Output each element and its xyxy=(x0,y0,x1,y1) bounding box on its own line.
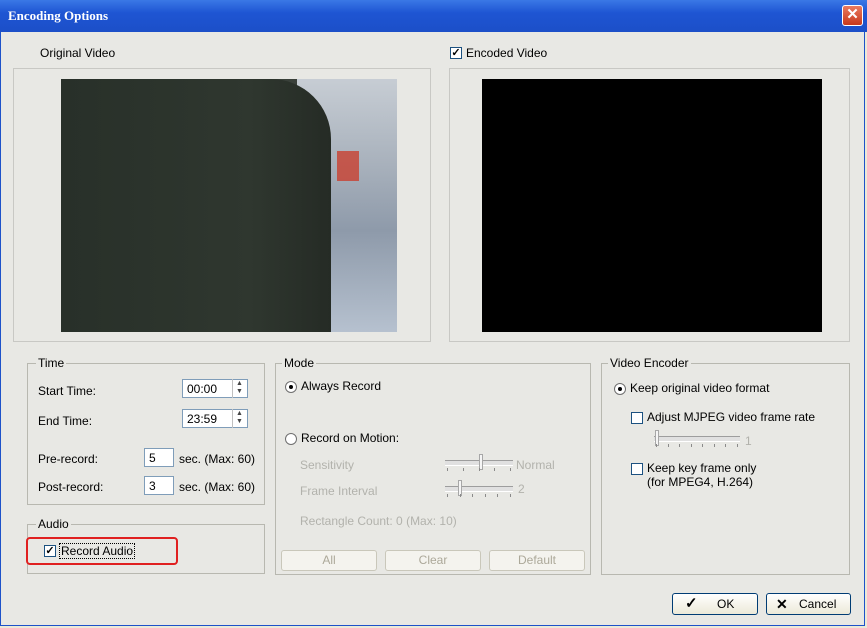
prerecord-label: Pre-record: xyxy=(38,452,99,466)
postrecord-value: 3 xyxy=(149,479,156,493)
original-video-frame xyxy=(13,68,431,342)
keep-key-frame-checkbox[interactable] xyxy=(631,463,643,475)
all-button[interactable]: All xyxy=(281,550,377,571)
start-time-spinner[interactable]: ▲ ▼ xyxy=(232,379,247,398)
prerecord-value: 5 xyxy=(149,451,156,465)
checkmark-icon: ✓ xyxy=(685,595,698,612)
cancel-label: Cancel xyxy=(799,597,837,611)
prerecord-suffix: sec. (Max: 60) xyxy=(179,452,256,466)
original-video-preview xyxy=(61,79,397,332)
preview-red-object xyxy=(337,151,359,181)
encoded-video-checkbox[interactable]: ✓ xyxy=(450,47,462,59)
keep-original-format-label[interactable]: Keep original video format xyxy=(630,381,769,395)
encoded-video-label: Encoded Video xyxy=(466,46,548,60)
default-button[interactable]: Default xyxy=(489,550,585,571)
sensitivity-ticks xyxy=(447,468,511,471)
ok-button[interactable]: ✓ OK xyxy=(672,593,758,615)
record-on-motion-label[interactable]: Record on Motion: xyxy=(301,431,399,445)
adjust-mjpeg-checkbox[interactable] xyxy=(631,412,643,424)
original-video-label: Original Video xyxy=(40,46,116,60)
start-time-input[interactable]: 00:00 ▲ ▼ xyxy=(182,379,248,398)
frame-rate-ticks xyxy=(656,444,738,447)
cancel-button[interactable]: ✕ Cancel xyxy=(766,593,851,615)
end-time-value: 23:59 xyxy=(187,412,218,426)
record-on-motion-radio[interactable] xyxy=(285,433,297,445)
title-bar: Encoding Options ✕ xyxy=(0,0,867,32)
postrecord-label: Post-record: xyxy=(38,480,104,494)
keep-key-frame-label[interactable]: Keep key frame only xyxy=(647,461,756,475)
end-time-label: End Time: xyxy=(38,414,93,428)
close-button[interactable]: ✕ xyxy=(842,5,863,26)
clear-button[interactable]: Clear xyxy=(385,550,481,571)
record-audio-label[interactable]: Record Audio xyxy=(59,543,136,559)
rectangle-count-label: Rectangle Count: 0 (Max: 10) xyxy=(300,514,457,528)
postrecord-suffix: sec. (Max: 60) xyxy=(179,480,256,494)
video-encoder-group-title: Video Encoder xyxy=(608,356,691,370)
sensitivity-label: Sensitivity xyxy=(300,458,355,472)
frame-interval-ticks xyxy=(447,494,511,497)
time-group-title: Time xyxy=(36,356,67,370)
frame-interval-value: 2 xyxy=(518,482,525,496)
preview-foreground xyxy=(61,79,331,332)
frame-rate-value: 1 xyxy=(745,434,752,448)
end-time-spinner[interactable]: ▲ ▼ xyxy=(232,409,247,428)
end-time-input[interactable]: 23:59 ▲ ▼ xyxy=(182,409,248,428)
postrecord-input[interactable]: 3 xyxy=(144,476,174,495)
frame-interval-slider-track[interactable] xyxy=(445,486,513,492)
always-record-radio[interactable] xyxy=(285,381,297,393)
close-icon: ✕ xyxy=(846,6,859,23)
prerecord-input[interactable]: 5 xyxy=(144,448,174,467)
record-audio-checkbox[interactable]: ✓ xyxy=(44,545,56,557)
keep-key-frame-note: (for MPEG4, H.264) xyxy=(647,475,754,489)
frame-rate-slider-track[interactable] xyxy=(654,436,740,442)
encoded-video-frame xyxy=(449,68,850,342)
start-time-value: 00:00 xyxy=(187,382,218,396)
dialog-body: Original Video ✓ Encoded Video Time Star… xyxy=(3,32,861,622)
audio-group-title: Audio xyxy=(36,517,71,531)
x-icon: ✕ xyxy=(776,596,788,612)
keep-original-format-radio[interactable] xyxy=(614,383,626,395)
always-record-label[interactable]: Always Record xyxy=(301,379,381,393)
window-title: Encoding Options xyxy=(8,8,109,23)
ok-label: OK xyxy=(717,597,735,611)
frame-interval-label: Frame Interval xyxy=(300,484,378,498)
start-time-label: Start Time: xyxy=(38,384,97,398)
sensitivity-value: Normal xyxy=(516,458,555,472)
encoded-video-preview xyxy=(482,79,822,332)
mode-group-title: Mode xyxy=(282,356,317,370)
adjust-mjpeg-label[interactable]: Adjust MJPEG video frame rate xyxy=(647,410,815,424)
